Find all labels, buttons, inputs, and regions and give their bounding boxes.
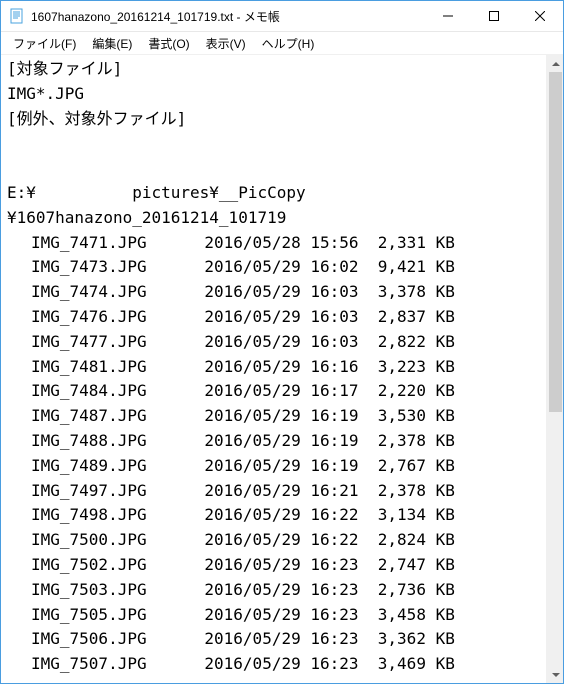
text-line: IMG*.JPG: [7, 82, 540, 107]
file-row: IMG_7487.JPG 2016/05/29 16:19 3,530 KB: [7, 404, 540, 429]
vertical-scrollbar[interactable]: [546, 55, 563, 683]
window-title: 1607hanazono_20161214_101719.txt - メモ帳: [31, 8, 280, 25]
file-row: IMG_7505.JPG 2016/05/29 16:23 3,458 KB: [7, 603, 540, 628]
text-line: ¥1607hanazono_20161214_101719: [7, 206, 540, 231]
file-row: IMG_7500.JPG 2016/05/29 16:22 2,824 KB: [7, 528, 540, 553]
file-row: IMG_7488.JPG 2016/05/29 16:19 2,378 KB: [7, 429, 540, 454]
file-row: IMG_7471.JPG 2016/05/28 15:56 2,331 KB: [7, 231, 540, 256]
file-row: IMG_7506.JPG 2016/05/29 16:23 3,362 KB: [7, 627, 540, 652]
file-row: IMG_7474.JPG 2016/05/29 16:03 3,378 KB: [7, 280, 540, 305]
file-row: IMG_7481.JPG 2016/05/29 16:16 3,223 KB: [7, 355, 540, 380]
menu-view[interactable]: 表示(V): [198, 33, 254, 54]
menubar: ファイル(F) 編集(E) 書式(O) 表示(V) ヘルプ(H): [1, 32, 563, 54]
file-row: IMG_7489.JPG 2016/05/29 16:19 2,767 KB: [7, 454, 540, 479]
text-line: [7, 131, 540, 156]
file-row: IMG_7476.JPG 2016/05/29 16:03 2,837 KB: [7, 305, 540, 330]
menu-help[interactable]: ヘルプ(H): [254, 33, 323, 54]
file-row: IMG_7498.JPG 2016/05/29 16:22 3,134 KB: [7, 503, 540, 528]
text-area[interactable]: [対象ファイル]IMG*.JPG[例外、対象外ファイル] E:¥ picture…: [1, 55, 546, 683]
file-row: IMG_7507.JPG 2016/05/29 16:23 3,469 KB: [7, 652, 540, 677]
file-row: IMG_7503.JPG 2016/05/29 16:23 2,736 KB: [7, 578, 540, 603]
titlebar[interactable]: 1607hanazono_20161214_101719.txt - メモ帳: [1, 1, 563, 32]
text-line: E:¥ pictures¥__PicCopy: [7, 181, 540, 206]
content-wrap: [対象ファイル]IMG*.JPG[例外、対象外ファイル] E:¥ picture…: [1, 54, 563, 683]
file-row: IMG_7477.JPG 2016/05/29 16:03 2,822 KB: [7, 330, 540, 355]
text-line: [7, 156, 540, 181]
notepad-icon: [9, 8, 25, 24]
file-row: IMG_7473.JPG 2016/05/29 16:02 9,421 KB: [7, 255, 540, 280]
menu-file[interactable]: ファイル(F): [5, 33, 84, 54]
text-line: [対象ファイル]: [7, 57, 540, 82]
text-line: [例外、対象外ファイル]: [7, 107, 540, 132]
menu-format[interactable]: 書式(O): [140, 33, 197, 54]
notepad-window: 1607hanazono_20161214_101719.txt - メモ帳 フ…: [0, 0, 564, 684]
menu-edit[interactable]: 編集(E): [84, 33, 140, 54]
minimize-button[interactable]: [425, 1, 471, 31]
scroll-thumb[interactable]: [549, 72, 562, 412]
scroll-up-arrow[interactable]: [547, 55, 564, 72]
scroll-down-arrow[interactable]: [547, 666, 564, 683]
file-row: IMG_7497.JPG 2016/05/29 16:21 2,378 KB: [7, 479, 540, 504]
file-row: IMG_7502.JPG 2016/05/29 16:23 2,747 KB: [7, 553, 540, 578]
maximize-button[interactable]: [471, 1, 517, 31]
close-button[interactable]: [517, 1, 563, 31]
file-row: IMG_7484.JPG 2016/05/29 16:17 2,220 KB: [7, 379, 540, 404]
